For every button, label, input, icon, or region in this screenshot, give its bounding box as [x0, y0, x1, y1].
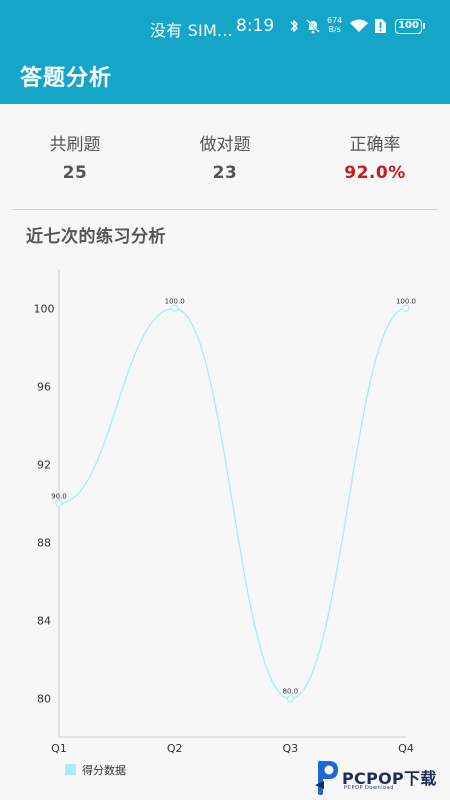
- stat-total-value: 25: [62, 163, 88, 183]
- network-speed-value: 674: [327, 16, 343, 25]
- pcpop-logo-icon: [315, 761, 338, 795]
- y-tick-label: 92: [37, 458, 51, 471]
- bluetooth-icon: [290, 20, 298, 32]
- watermark: PCPOP下载 PCPOP Download: [310, 757, 450, 800]
- network-speed: 674 B/s: [327, 16, 342, 34]
- clock: 8:19: [236, 16, 275, 36]
- y-tick-label: 88: [37, 537, 51, 550]
- stat-accuracy-label: 正确率: [349, 135, 401, 155]
- data-point: [55, 499, 63, 508]
- mute-bell-icon: [306, 19, 320, 34]
- y-tick-label: 80: [37, 693, 51, 706]
- battery-cap: [423, 23, 425, 29]
- carrier-text: 没有 SIM...: [150, 21, 233, 40]
- y-tick-label: 96: [37, 380, 51, 393]
- legend-swatch: [65, 764, 76, 775]
- wifi-icon: [350, 19, 368, 32]
- network-speed-unit: B/s: [328, 25, 341, 34]
- x-tick-label: Q1: [51, 742, 67, 755]
- data-label: 90.0: [51, 493, 67, 501]
- data-label: 100.0: [396, 297, 416, 305]
- divider: [12, 209, 438, 210]
- stat-correct-value: 23: [212, 163, 238, 183]
- score-line-chart: 80 84 88 92 96 100 Q1 Q2 Q3 Q4 90.0 100.0 80.0 100.0: [34, 270, 416, 755]
- y-tick-label: 84: [37, 615, 51, 628]
- data-point: [286, 695, 294, 703]
- stat-accuracy-value: 92.0%: [344, 163, 406, 183]
- x-tick-label: Q2: [167, 742, 183, 755]
- x-tick-label: Q3: [282, 742, 298, 755]
- section-title: 近七次的练习分析: [26, 227, 166, 247]
- series-line: [58, 307, 407, 700]
- watermark-subtext: PCPOP Download: [344, 785, 394, 791]
- data-point: [402, 304, 410, 312]
- y-tick-label: 100: [34, 302, 55, 315]
- stat-total-label: 共刷题: [49, 135, 101, 155]
- status-bar: 没有 SIM... 8:19 674 B/s 100: [0, 0, 450, 52]
- page-title: 答题分析: [20, 66, 113, 91]
- sim-alert-icon: [375, 19, 386, 33]
- data-label: 80.0: [283, 688, 299, 696]
- data-label: 100.0: [165, 297, 185, 305]
- battery-indicator: 100: [395, 19, 422, 34]
- x-tick-label: Q4: [398, 742, 414, 755]
- data-point: [171, 304, 179, 312]
- stat-correct-label: 做对题: [199, 135, 251, 155]
- legend-label: 得分数据: [82, 764, 126, 777]
